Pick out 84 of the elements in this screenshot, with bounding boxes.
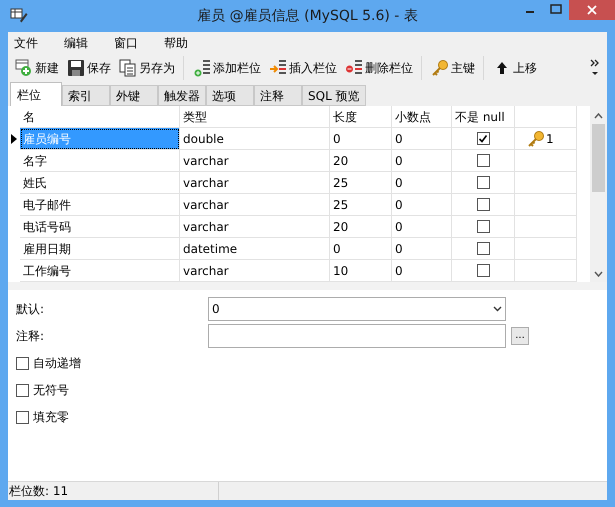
not-null-checkbox[interactable] (476, 264, 490, 277)
tab[interactable]: 选项 (206, 85, 254, 106)
option-label: 自动递增 (33, 355, 81, 372)
table-cell: 0 (392, 172, 452, 194)
table-cell: 20 (330, 150, 392, 172)
table-cell: 工作编号 (20, 260, 180, 282)
table-cell: 20 (330, 216, 392, 238)
option-checkbox[interactable] (16, 410, 29, 424)
key-icon (431, 59, 449, 77)
table-cell: varchar (180, 260, 330, 282)
delete-column-icon (345, 59, 363, 77)
not-null-checkbox[interactable] (476, 132, 490, 145)
option-label: 无符号 (33, 382, 69, 399)
menu-item[interactable]: 帮助 (163, 34, 213, 52)
tab[interactable]: 触发器 (158, 85, 206, 106)
table-cell: 25 (330, 194, 392, 216)
window-title: 雇员 @雇员信息 (MySQL 5.6) - 表 (197, 6, 418, 26)
tab[interactable]: 索引 (62, 85, 110, 106)
add-column-icon (193, 59, 211, 77)
copy-document-icon (119, 59, 137, 77)
default-label: 默认: (16, 301, 46, 318)
table-cell: 10 (330, 260, 392, 282)
table-cell: varchar (180, 172, 330, 194)
toolbar-button[interactable]: 添加栏位 (192, 56, 262, 80)
menu-item[interactable]: 文件 (13, 34, 63, 52)
chevron-down-icon (493, 306, 502, 312)
app-icon (10, 6, 28, 24)
table-cell: 0 (392, 216, 452, 238)
tab[interactable]: SQL 预览 (302, 85, 366, 106)
table-cell: double (180, 128, 330, 150)
comment-label: 注释: (16, 328, 46, 345)
default-dropdown[interactable]: 0 (208, 297, 506, 321)
table-cell: 0 (392, 260, 452, 282)
toolbar-button[interactable]: 新建 (14, 56, 60, 80)
option-checkbox[interactable] (16, 356, 29, 370)
table-cell: datetime (180, 238, 330, 260)
column-header: 类型 (180, 106, 330, 128)
tab[interactable]: 注释 (254, 85, 302, 106)
not-null-checkbox[interactable] (476, 220, 490, 233)
toolbar-button[interactable]: 主键 (430, 56, 476, 80)
insert-column-icon (269, 59, 287, 77)
table-cell: 0 (392, 150, 452, 172)
overflow-chevron-icon[interactable] (590, 58, 600, 78)
table-cell: 名字 (20, 150, 180, 172)
not-null-checkbox[interactable] (476, 154, 490, 167)
menu-item[interactable]: 窗口 (113, 34, 163, 52)
table-cell: 0 (392, 238, 452, 260)
option-label: 填充零 (33, 409, 69, 426)
tab[interactable]: 栏位 (10, 82, 62, 106)
not-null-checkbox[interactable] (476, 176, 490, 189)
close-icon[interactable] (569, 0, 615, 20)
table-cell: 姓氏 (20, 172, 180, 194)
key-icon (527, 130, 545, 148)
toolbar-button[interactable]: 上移 (492, 56, 538, 80)
table-cell: 0 (330, 238, 392, 260)
toolbar-button[interactable]: 保存 (66, 56, 112, 80)
table-cell: 0 (392, 128, 452, 150)
table-cell: varchar (180, 150, 330, 172)
table-cell: 电子邮件 (20, 194, 180, 216)
column-header: 不是 null (452, 106, 515, 128)
toolbar-button[interactable]: 插入栏位 (268, 56, 338, 80)
tab[interactable]: 外键 (110, 85, 158, 106)
ellipsis-button[interactable]: ... (511, 327, 529, 345)
comment-field[interactable] (208, 324, 506, 348)
menu-item[interactable]: 编辑 (63, 34, 113, 52)
toolbar-button[interactable]: 另存为 (118, 56, 176, 80)
scroll-thumb[interactable] (592, 124, 605, 192)
column-header: 小数点 (392, 106, 452, 128)
table-cell: varchar (180, 216, 330, 238)
table-cell: 0 (392, 194, 452, 216)
table-cell: 雇员编号 (20, 128, 180, 150)
table-cell: 雇用日期 (20, 238, 180, 260)
table-cell: 25 (330, 172, 392, 194)
table-cell: 0 (330, 128, 392, 150)
new-table-icon (15, 59, 33, 77)
status-text: 栏位数: 11 (8, 482, 219, 500)
not-null-checkbox[interactable] (476, 242, 490, 255)
key-order: 1 (546, 130, 554, 148)
not-null-checkbox[interactable] (476, 198, 490, 211)
column-header: 长度 (330, 106, 392, 128)
table-cell: 电话号码 (20, 216, 180, 238)
toolbar-button[interactable]: 删除栏位 (344, 56, 414, 80)
table-cell: varchar (180, 194, 330, 216)
option-checkbox[interactable] (16, 384, 29, 396)
